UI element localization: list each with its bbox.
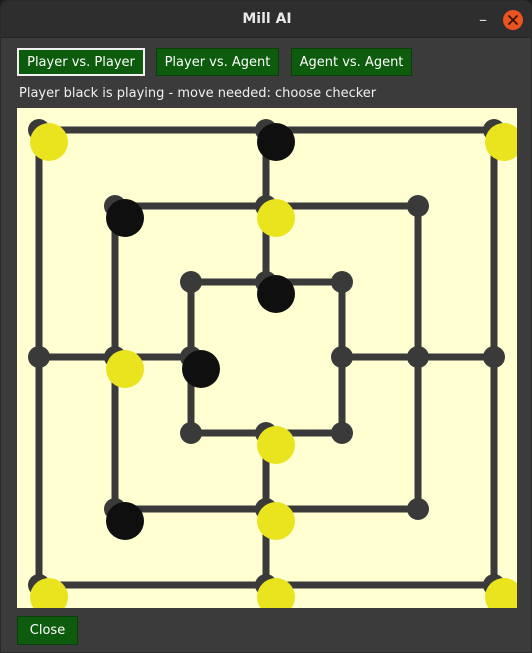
black-checker-b2[interactable] [106,199,144,237]
yellow-checker-d6[interactable] [257,502,295,540]
yellow-checker-d2[interactable] [257,199,295,237]
board-canvas[interactable] [17,108,517,608]
board-point-f2[interactable] [407,195,429,217]
game-board[interactable] [17,108,517,608]
board-point-c3[interactable] [180,271,202,293]
title-bar: Mill AI – [1,1,531,38]
board-point-e3[interactable] [331,271,353,293]
close-icon [508,15,518,25]
yellow-checker-b4[interactable] [106,350,144,388]
window-title: Mill AI [242,11,292,27]
close-button[interactable]: Close [17,616,78,645]
player-vs-agent-button[interactable]: Player vs. Agent [156,48,279,76]
board-point-f4[interactable] [407,346,429,368]
yellow-checker-d5[interactable] [257,426,295,464]
board-point-c5[interactable] [180,422,202,444]
player-vs-player-button[interactable]: Player vs. Player [17,48,145,76]
minimize-button[interactable]: – [473,10,493,30]
window-close-button[interactable] [503,10,523,30]
black-checker-c4[interactable] [182,350,220,388]
black-checker-b6[interactable] [106,502,144,540]
board-point-f6[interactable] [407,498,429,520]
board-point-g4[interactable] [483,346,505,368]
black-checker-d3[interactable] [257,275,295,313]
board-point-e4[interactable] [331,346,353,368]
agent-vs-agent-button[interactable]: Agent vs. Agent [291,48,412,76]
black-checker-d1[interactable] [257,123,295,161]
board-point-a4[interactable] [28,346,50,368]
board-point-e5[interactable] [331,422,353,444]
board-pieces[interactable] [30,123,517,608]
app-window: Mill AI – Player vs. Player Player vs. A… [0,0,532,653]
game-status-text: Player black is playing - move needed: c… [19,86,377,101]
yellow-checker-a1[interactable] [30,123,68,161]
